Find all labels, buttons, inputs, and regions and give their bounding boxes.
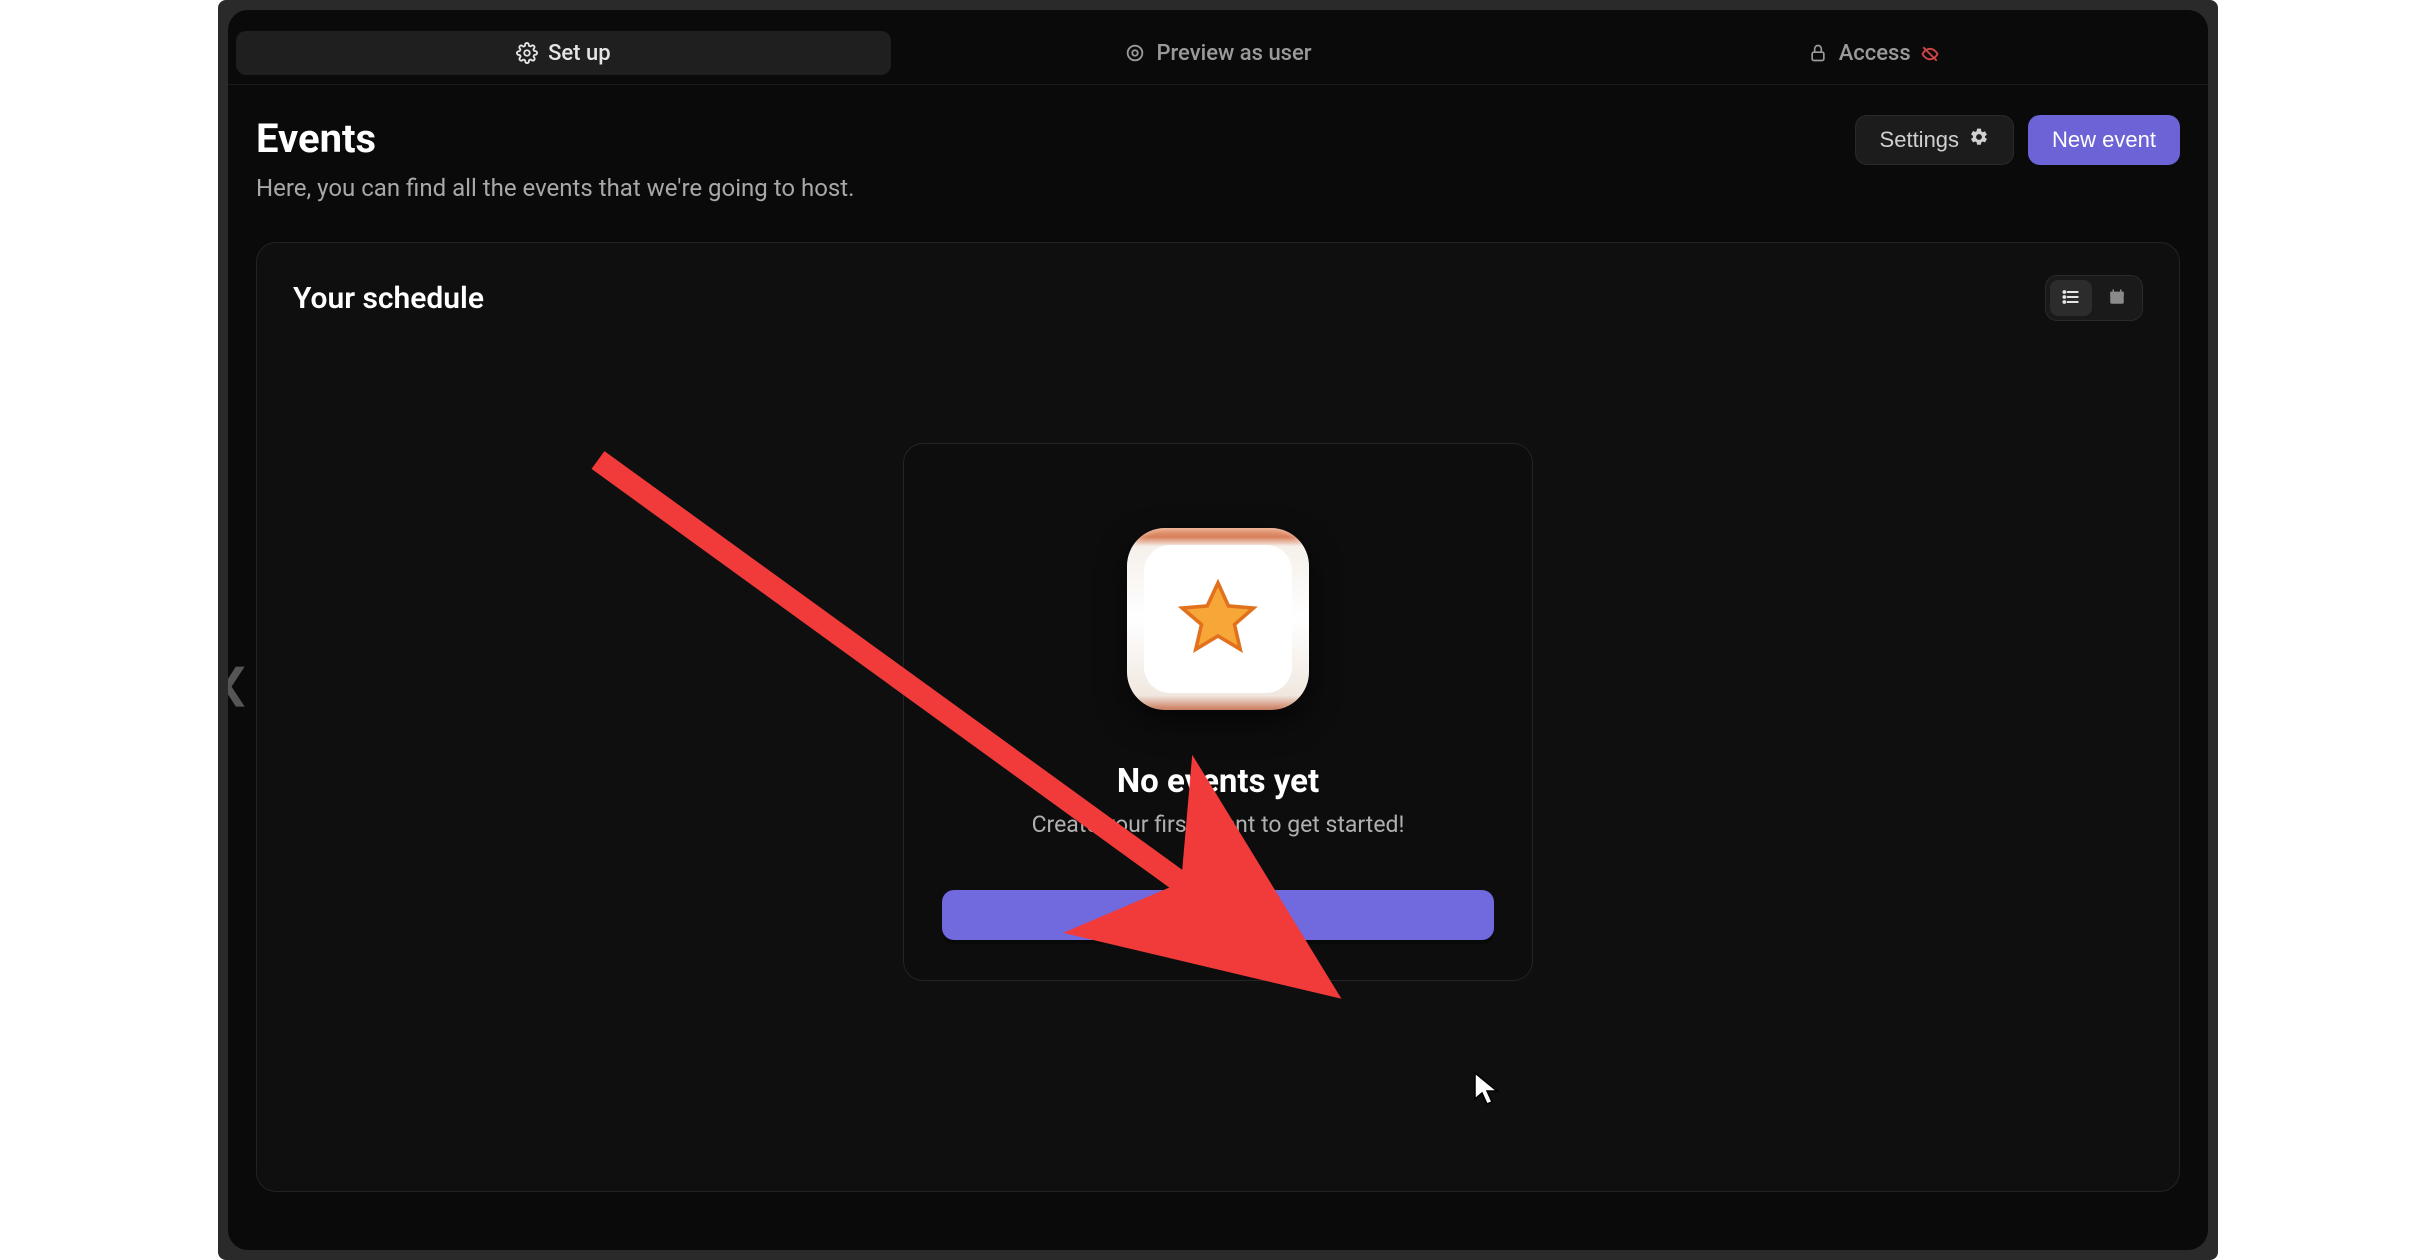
list-icon: [2061, 287, 2081, 310]
gear-icon: [516, 42, 538, 64]
tab-preview[interactable]: Preview as user: [891, 31, 1546, 75]
star-tile: [1127, 528, 1309, 710]
header-actions: Settings New event: [1855, 115, 2180, 165]
lock-icon: [1807, 42, 1829, 64]
card-title: Your schedule: [293, 281, 484, 316]
view-toggle: [2045, 275, 2143, 321]
page-subtitle: Here, you can find all the events that w…: [256, 174, 854, 202]
list-view-button[interactable]: [2050, 280, 2092, 316]
target-icon: [1124, 42, 1146, 64]
new-event-button[interactable]: New event: [2028, 115, 2180, 165]
star-icon: [1175, 574, 1261, 664]
tab-setup-label: Set up: [548, 41, 611, 66]
calendar-view-button[interactable]: [2096, 280, 2138, 316]
empty-state-cta-label: New event: [1161, 901, 1274, 928]
page-header: Events Here, you can find all the events…: [228, 85, 2208, 212]
tab-access-label: Access: [1839, 41, 1911, 66]
schedule-card: Your schedule: [256, 242, 2180, 1192]
tab-access[interactable]: Access: [1545, 31, 2200, 75]
card-header: Your schedule: [293, 275, 2143, 321]
empty-state-title: No events yet: [1117, 762, 1319, 801]
sidebar-expand-handle[interactable]: ❮: [228, 655, 243, 711]
empty-state-new-event-button[interactable]: New event: [942, 890, 1494, 940]
page-title-wrap: Events Here, you can find all the events…: [256, 115, 854, 202]
settings-button-label: Settings: [1880, 127, 1960, 153]
eye-off-icon: [1921, 44, 1939, 62]
calendar-icon: [2108, 288, 2126, 309]
star-tile-inner: [1144, 545, 1292, 693]
tab-setup[interactable]: Set up: [236, 31, 891, 75]
tab-preview-label: Preview as user: [1156, 41, 1311, 66]
outer-frame: Set up Preview as user Access: [218, 0, 2218, 1260]
new-event-button-label: New event: [2052, 127, 2156, 153]
page-title: Events: [256, 115, 854, 162]
settings-button[interactable]: Settings: [1855, 115, 2015, 165]
top-tabs: Set up Preview as user Access: [228, 10, 2208, 85]
empty-state: No events yet Create your first event to…: [903, 443, 1533, 981]
gear-icon: [1969, 127, 1989, 153]
app-window: Set up Preview as user Access: [228, 10, 2208, 1250]
empty-state-subtitle: Create your first event to get started!: [1032, 811, 1405, 838]
